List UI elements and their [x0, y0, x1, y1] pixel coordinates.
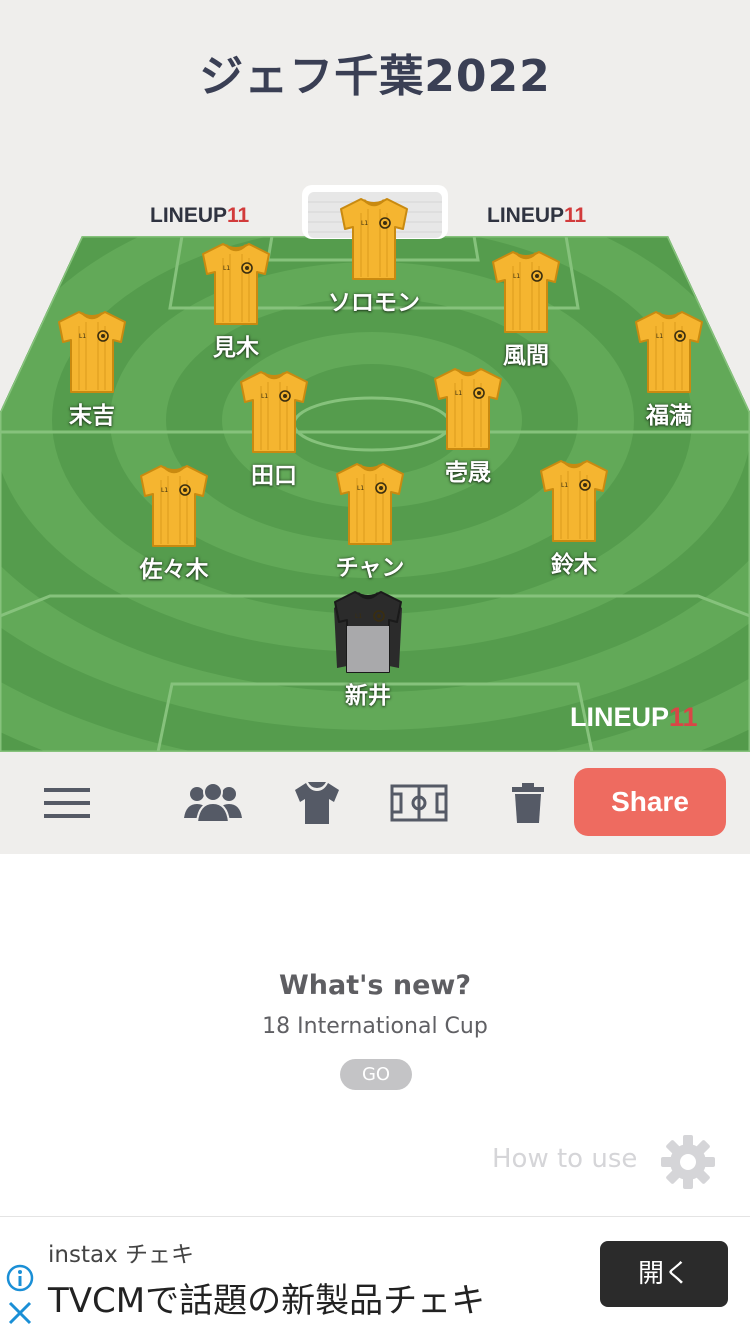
svg-text:L1: L1	[261, 393, 268, 400]
menu-icon[interactable]	[44, 786, 92, 820]
svg-text:L1: L1	[79, 333, 86, 340]
svg-text:L1: L1	[561, 482, 568, 489]
lineup11-logo-right: LINEUP11	[487, 204, 586, 228]
share-button[interactable]: Share	[574, 768, 726, 836]
player-slot[interactable]: L1 末吉	[32, 308, 152, 430]
svg-text:L1: L1	[355, 613, 362, 620]
svg-text:L1: L1	[223, 265, 230, 272]
player-shirt-icon: L1	[609, 308, 729, 400]
svg-text:L1: L1	[357, 485, 364, 492]
ad-open-button[interactable]: 開く	[600, 1241, 728, 1307]
player-shirt-icon: L1	[214, 368, 334, 460]
svg-text:L1: L1	[656, 333, 663, 340]
brand-text: LINEUP	[570, 702, 670, 732]
player-slot-goalkeeper[interactable]: L1 新井	[308, 588, 428, 710]
lineup11-watermark: LINEUP11	[570, 702, 698, 733]
brand-text: LINEUP	[487, 204, 565, 227]
ad-banner[interactable]: instax チェキ TVCMで話題の新製品チェキ 開く	[0, 1216, 750, 1335]
trash-icon[interactable]	[511, 782, 545, 824]
player-name: 末吉	[69, 403, 115, 429]
player-shirt-icon: L1	[514, 457, 634, 549]
brand-number: 11	[564, 204, 587, 227]
player-name: チャン	[335, 555, 405, 581]
player-shirt-icon: L1	[314, 195, 434, 287]
player-shirt-icon: L1	[310, 460, 430, 552]
how-to-use-link[interactable]: How to use	[492, 1144, 637, 1174]
player-shirt-icon: L1	[32, 308, 152, 400]
player-shirt-icon: L1	[466, 248, 586, 340]
player-slot[interactable]: L1 風間	[466, 248, 586, 370]
player-shirt-icon: L1	[408, 365, 528, 457]
svg-text:L1: L1	[161, 487, 168, 494]
players-icon[interactable]	[183, 782, 243, 824]
go-button[interactable]: GO	[340, 1059, 412, 1090]
player-name: ソロモン	[328, 290, 420, 316]
whats-new-item[interactable]: 18 International Cup	[0, 1014, 750, 1039]
player-name: 佐々木	[139, 557, 209, 583]
player-slot[interactable]: L1 佐々木	[114, 462, 234, 584]
brand-number: 11	[227, 204, 250, 227]
lineup-title[interactable]: ジェフ千葉2022	[0, 40, 750, 104]
lineup-screen: ジェフ千葉2022 LINEUP11 LINEUP11 LINEUP11 L1 …	[0, 0, 750, 1335]
player-slot[interactable]: L1 見木	[176, 240, 296, 362]
player-slot[interactable]: L1 福満	[609, 308, 729, 430]
pitch-icon[interactable]	[390, 784, 448, 822]
svg-text:L1: L1	[361, 220, 368, 227]
player-shirt-icon: L1	[114, 462, 234, 554]
kit-icon[interactable]	[293, 780, 341, 826]
player-name: 新井	[345, 683, 391, 709]
info-icon[interactable]	[5, 1263, 35, 1293]
ad-brand: instax チェキ	[48, 1242, 194, 1268]
whats-new-heading: What's new?	[278, 970, 471, 1001]
brand-number: 11	[669, 702, 698, 732]
player-name: 福満	[646, 403, 692, 429]
player-slot[interactable]: L1 ソロモン	[314, 195, 434, 317]
close-icon[interactable]	[6, 1299, 34, 1327]
player-slot[interactable]: L1 鈴木	[514, 457, 634, 579]
goalkeeper-shirt-icon: L1	[308, 588, 428, 680]
player-name: 鈴木	[551, 552, 597, 578]
lineup11-logo-left: LINEUP11	[150, 204, 249, 228]
toolbar: Share	[0, 752, 750, 854]
svg-text:L1: L1	[455, 390, 462, 397]
player-name: 見木	[213, 335, 259, 361]
ad-headline[interactable]: TVCMで話題の新製品チェキ	[48, 1273, 485, 1322]
player-slot[interactable]: L1 チャン	[310, 460, 430, 582]
brand-text: LINEUP	[150, 204, 228, 227]
svg-text:L1: L1	[513, 273, 520, 280]
gear-icon[interactable]	[660, 1134, 716, 1190]
player-shirt-icon: L1	[176, 240, 296, 332]
